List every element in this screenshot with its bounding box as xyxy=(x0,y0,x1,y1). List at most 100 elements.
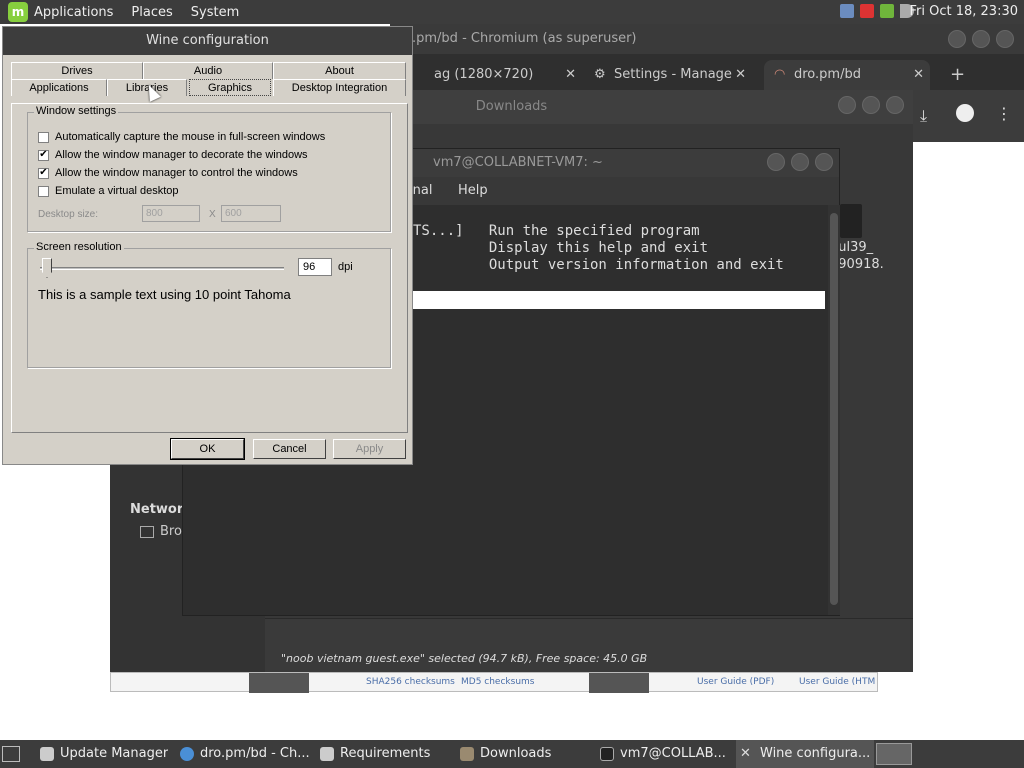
sidebar-item-browse-network[interactable]: Bro xyxy=(140,524,182,539)
ok-button[interactable]: OK xyxy=(170,438,245,460)
scrollbar-thumb[interactable] xyxy=(830,213,838,605)
taskbar-item-requirements[interactable]: Requirements xyxy=(316,740,450,768)
terminal-line: Output version information and exit xyxy=(413,257,784,273)
shield-icon xyxy=(320,747,334,761)
tab-settings[interactable]: ⚙ Settings - Manage ✕ xyxy=(586,60,752,90)
file-thumbnail[interactable] xyxy=(840,204,862,238)
shield-icon xyxy=(40,747,54,761)
taskbar-item-wine-config[interactable]: ✕ Wine configura... xyxy=(736,740,874,768)
maximize-icon[interactable] xyxy=(862,96,880,114)
terminal-line: Display this help and exit xyxy=(413,240,709,256)
terminal-line: TS...] Run the specified program xyxy=(413,223,700,239)
taskbar-item-label: dro.pm/bd - Ch... xyxy=(200,746,310,761)
dpi-input[interactable]: 96 xyxy=(298,258,332,276)
profile-icon[interactable] xyxy=(956,104,974,122)
downloads-statusbar: "noob vietnam guest.exe" selected (94.7 … xyxy=(265,618,913,672)
places-menu[interactable]: Places xyxy=(131,5,172,20)
clock[interactable]: Fri Oct 18, 23:30 xyxy=(909,4,1018,19)
taskbar-item-label: Wine configura... xyxy=(760,746,871,761)
tab-desktop-integration[interactable]: Desktop Integration xyxy=(273,79,406,96)
update-warning-icon[interactable] xyxy=(860,4,874,18)
taskbar-item-update-manager[interactable]: Update Manager xyxy=(36,740,168,768)
close-icon[interactable]: ✕ xyxy=(913,60,924,90)
taskbar-item-terminal[interactable]: vm7@COLLAB... xyxy=(596,740,730,768)
terminal-icon xyxy=(600,747,614,761)
virtual-desktop-option[interactable]: Emulate a virtual desktop xyxy=(38,185,179,197)
apply-button[interactable]: Apply xyxy=(333,439,406,459)
screen-resolution-group: Screen resolution 96 dpi This is a sampl… xyxy=(27,241,391,368)
close-icon[interactable] xyxy=(996,30,1014,48)
tab-ag[interactable]: ag (1280×720) ✕ xyxy=(422,60,582,90)
maximize-icon[interactable] xyxy=(791,153,809,171)
tab-applications[interactable]: Applications xyxy=(11,79,107,96)
minimize-icon[interactable] xyxy=(838,96,856,114)
tab-about[interactable]: About xyxy=(273,62,406,79)
page-fragment-strip: SHA256 checksums MD5 checksums User Guid… xyxy=(110,672,878,693)
window-settings-group: Window settings Automatically capture th… xyxy=(27,105,391,232)
tools-icon: ✕ xyxy=(740,746,751,761)
tab-drives[interactable]: Drives xyxy=(11,62,143,79)
wm-control-option[interactable]: ✔ Allow the window manager to control th… xyxy=(38,167,298,179)
taskbar: Update Manager dro.pm/bd - Ch... Require… xyxy=(0,740,1024,768)
close-icon[interactable] xyxy=(815,153,833,171)
network-icon[interactable] xyxy=(840,4,854,18)
desktop-width-input: 800 xyxy=(142,205,200,222)
chromium-titlebar[interactable]: .pm/bd - Chromium (as superuser) xyxy=(390,24,1024,54)
network-folder-icon xyxy=(140,525,154,538)
wm-decorate-option[interactable]: ✔ Allow the window manager to decorate t… xyxy=(38,149,308,161)
wm-decorate-checkbox[interactable]: ✔ xyxy=(38,149,49,161)
chromium-window-controls xyxy=(948,30,1014,48)
wine-titlebar[interactable]: Wine configuration xyxy=(3,27,412,55)
folder-icon xyxy=(460,747,474,761)
minimize-icon[interactable] xyxy=(767,153,785,171)
close-icon[interactable]: ✕ xyxy=(565,60,576,90)
system-menu[interactable]: System xyxy=(191,5,239,20)
user-guide-pdf-link[interactable]: User Guide (PDF) xyxy=(697,677,774,687)
dpi-slider-track[interactable] xyxy=(40,267,284,270)
applications-menu[interactable]: Applications xyxy=(34,5,113,20)
chromium-tabstrip: ag (1280×720) ✕ ⚙ Settings - Manage ✕ ◠ … xyxy=(390,54,1024,90)
menu-kebab-icon[interactable]: ⋮ xyxy=(996,104,1012,123)
capture-mouse-option[interactable]: Automatically capture the mouse in full-… xyxy=(38,131,325,143)
sha256-link[interactable]: SHA256 checksums xyxy=(366,677,455,687)
download-icon[interactable]: ⤓ xyxy=(920,106,927,126)
chromium-page-content xyxy=(912,142,1024,742)
cancel-button[interactable]: Cancel xyxy=(253,439,326,459)
tab-label: dro.pm/bd xyxy=(794,67,861,82)
minimize-icon[interactable] xyxy=(948,30,966,48)
menu-help[interactable]: Help xyxy=(458,177,488,205)
wine-config-window: Wine configuration Drives Audio About Ap… xyxy=(2,26,413,465)
workspace-switcher[interactable] xyxy=(876,743,912,765)
tab-dro-pm[interactable]: ◠ dro.pm/bd ✕ xyxy=(764,60,930,90)
new-tab-button[interactable]: + xyxy=(946,60,970,90)
tab-graphics[interactable]: Graphics xyxy=(189,79,271,96)
page-dark-segment xyxy=(589,673,649,693)
user-guide-html-link[interactable]: User Guide (HTM xyxy=(799,677,875,687)
mint-menu-icon[interactable]: m xyxy=(8,2,28,22)
dpi-unit-label: dpi xyxy=(338,261,353,273)
option-label: Allow the window manager to decorate the… xyxy=(55,149,308,161)
desktop-height-input: 600 xyxy=(221,205,281,222)
maximize-icon[interactable] xyxy=(972,30,990,48)
wm-control-checkbox[interactable]: ✔ xyxy=(38,167,49,179)
dpi-slider-thumb[interactable] xyxy=(42,258,52,278)
desktop-size-label: Desktop size: xyxy=(38,209,99,220)
downloads-window-controls xyxy=(838,96,904,114)
md5-link[interactable]: MD5 checksums xyxy=(461,677,534,687)
close-icon[interactable] xyxy=(886,96,904,114)
page-icon: ◠ xyxy=(774,67,786,82)
shield-icon[interactable] xyxy=(880,4,894,18)
taskbar-item-label: Update Manager xyxy=(60,746,168,761)
virtual-desktop-checkbox[interactable] xyxy=(38,185,49,197)
tab-audio[interactable]: Audio xyxy=(143,62,273,79)
terminal-scrollbar[interactable] xyxy=(828,205,840,615)
window-settings-legend: Window settings xyxy=(34,105,119,117)
show-desktop-icon[interactable] xyxy=(2,746,20,762)
capture-mouse-checkbox[interactable] xyxy=(38,131,49,143)
taskbar-item-label: vm7@COLLAB... xyxy=(620,746,726,761)
taskbar-item-label: Downloads xyxy=(480,746,552,761)
screen-resolution-legend: Screen resolution xyxy=(34,241,124,253)
close-icon[interactable]: ✕ xyxy=(735,60,746,90)
taskbar-item-chromium[interactable]: dro.pm/bd - Ch... xyxy=(176,740,310,768)
taskbar-item-downloads[interactable]: Downloads xyxy=(456,740,590,768)
